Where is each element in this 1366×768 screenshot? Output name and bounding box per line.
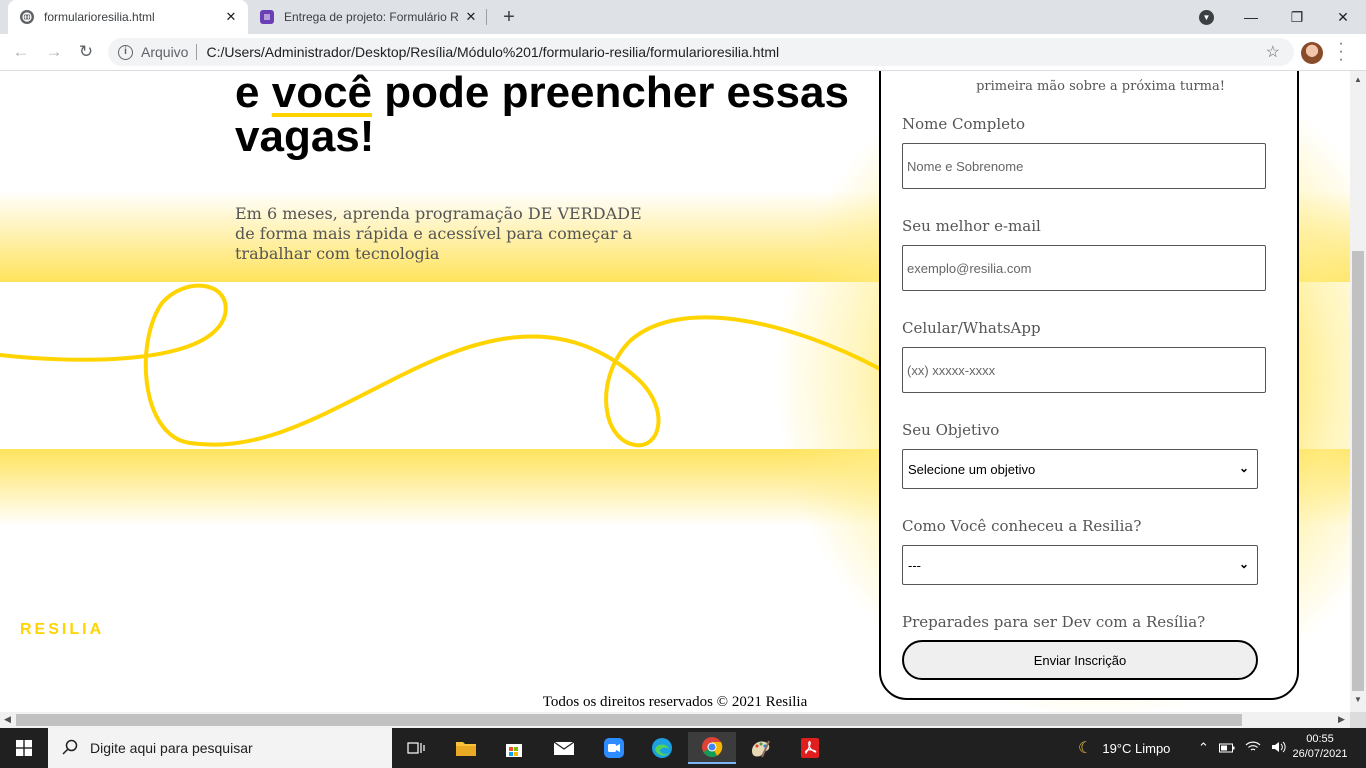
tab-entrega-de-projeto[interactable]: Entrega de projeto: Formulário R ✕ — [248, 0, 488, 34]
heading-underlined: você — [271, 71, 373, 117]
search-placeholder: Digite aqui para pesquisar — [90, 740, 253, 756]
browser-tab-strip: formularioresilia.html ✕ Entrega de proj… — [0, 0, 1366, 34]
window-controls: — ❐ ✕ — [1228, 0, 1366, 34]
address-bar[interactable]: i Arquivo C:/Users/Administrador/Desktop… — [108, 38, 1294, 66]
file-explorer-icon[interactable] — [442, 732, 490, 764]
tab-title: Entrega de projeto: Formulário R — [284, 10, 459, 24]
scroll-right-icon[interactable]: ▶ — [1338, 714, 1345, 725]
tab-separator — [486, 9, 487, 25]
source-select[interactable]: --- ⌄ — [902, 545, 1258, 585]
chevron-down-icon: ⌄ — [1238, 557, 1249, 571]
wifi-icon[interactable] — [1245, 741, 1261, 756]
weather-text: 19°C Limpo — [1102, 740, 1171, 756]
heading-prefix: e — [235, 71, 260, 117]
chevron-down-icon: ⌄ — [1238, 461, 1249, 475]
battery-icon[interactable] — [1218, 741, 1235, 756]
url-text[interactable]: C:/Users/Administrador/Desktop/Resília/M… — [206, 44, 779, 60]
reload-button[interactable]: ↻ — [74, 41, 98, 63]
phone-field[interactable]: (xx) xxxxx-xxxx — [902, 347, 1266, 393]
menu-kebab-icon[interactable]: · · · — [1336, 36, 1346, 68]
profile-avatar[interactable] — [1301, 42, 1323, 64]
paint-icon[interactable] — [736, 732, 784, 764]
close-tab-icon[interactable]: ✕ — [460, 9, 482, 25]
globe-icon — [20, 10, 34, 24]
browser-toolbar: ← → ↻ i Arquivo C:/Users/Administrador/D… — [0, 34, 1366, 71]
resilia-logo: RESILIA — [20, 621, 105, 638]
source-label: Como Você conheceu a Resilia? — [902, 517, 1142, 535]
horizontal-scrollbar[interactable]: ◀ ▶ — [0, 712, 1350, 728]
edge-icon[interactable] — [638, 732, 686, 764]
acrobat-icon[interactable] — [786, 732, 834, 764]
moon-icon: ☾ — [1078, 740, 1093, 757]
info-icon[interactable]: i — [118, 44, 133, 60]
clock-date: 26/07/2021 — [1292, 748, 1348, 760]
zoom-icon[interactable] — [590, 732, 638, 764]
name-label: Nome Completo — [902, 115, 1026, 133]
tab-formularioresilia[interactable]: formularioresilia.html ✕ — [8, 0, 248, 34]
ready-label: Preparades para ser Dev com a Resília? — [902, 613, 1206, 631]
vertical-scrollbar[interactable]: ▲ ▼ — [1350, 71, 1366, 712]
system-tray: ⌃ — [1198, 728, 1287, 768]
email-field[interactable]: exemplo@resilia.com — [902, 245, 1266, 291]
minimize-button[interactable]: — — [1228, 9, 1274, 25]
chrome-icon[interactable] — [688, 732, 736, 764]
taskbar-clock[interactable]: 00:55 26/07/2021 — [1290, 732, 1350, 762]
objective-select[interactable]: Selecione um objetivo ⌄ — [902, 449, 1258, 489]
weather-widget[interactable]: ☾ 19°C Limpo — [1078, 728, 1170, 768]
objective-selected: Selecione um objetivo — [908, 461, 1036, 477]
windows-taskbar: Digite aqui para pesquisar ☾ 19°C Limpo … — [0, 728, 1366, 768]
email-label: Seu melhor e-mail — [902, 217, 1041, 235]
hero-subtitle: Em 6 meses, aprenda programação DE VERDA… — [235, 204, 642, 263]
scroll-down-icon[interactable]: ▼ — [1354, 695, 1362, 704]
new-tab-button[interactable]: + — [498, 6, 520, 28]
scroll-corner — [1350, 712, 1366, 728]
speaker-icon[interactable] — [1271, 741, 1287, 756]
forward-button[interactable]: → — [42, 41, 66, 63]
signup-form: primeira mão sobre a próxima turma! Nome… — [879, 71, 1299, 700]
task-view-icon[interactable] — [392, 732, 440, 764]
search-icon — [62, 739, 78, 758]
back-button[interactable]: ← — [9, 41, 33, 63]
scroll-left-icon[interactable]: ◀ — [4, 714, 11, 725]
divider — [196, 44, 198, 60]
chevron-down-icon[interactable]: ▼ — [1199, 10, 1214, 25]
phone-label: Celular/WhatsApp — [902, 319, 1041, 337]
page-viewport: e você pode preencher essas vagas! Em 6 … — [0, 71, 1350, 712]
windows-start-icon[interactable] — [0, 728, 48, 768]
restore-button[interactable]: ❐ — [1274, 9, 1320, 26]
clock-time: 00:55 — [1306, 733, 1334, 745]
tab-title: formularioresilia.html — [44, 10, 155, 24]
scroll-up-icon[interactable]: ▲ — [1354, 75, 1362, 84]
bookmark-star-icon[interactable]: ☆ — [1266, 42, 1280, 62]
horizontal-scroll-thumb[interactable] — [16, 714, 1242, 726]
taskbar-search[interactable]: Digite aqui para pesquisar — [48, 728, 392, 768]
forms-icon — [260, 10, 274, 24]
source-selected: --- — [908, 557, 921, 573]
submit-button[interactable]: Enviar Inscrição — [902, 640, 1258, 680]
mail-icon[interactable] — [540, 732, 588, 764]
chevron-up-icon[interactable]: ⌃ — [1198, 740, 1209, 756]
name-field[interactable]: Nome e Sobrenome — [902, 143, 1266, 189]
close-tab-icon[interactable]: ✕ — [220, 9, 242, 25]
security-label: Arquivo — [141, 44, 189, 60]
form-intro: primeira mão sobre a próxima turma! — [976, 79, 1225, 94]
close-window-button[interactable]: ✕ — [1320, 9, 1366, 26]
objective-label: Seu Objetivo — [902, 421, 1000, 439]
store-icon[interactable] — [490, 732, 538, 764]
decorative-curve — [0, 283, 880, 448]
vertical-scroll-thumb[interactable] — [1352, 251, 1364, 691]
hero-heading: e você pode preencher essas vagas! — [235, 71, 895, 159]
